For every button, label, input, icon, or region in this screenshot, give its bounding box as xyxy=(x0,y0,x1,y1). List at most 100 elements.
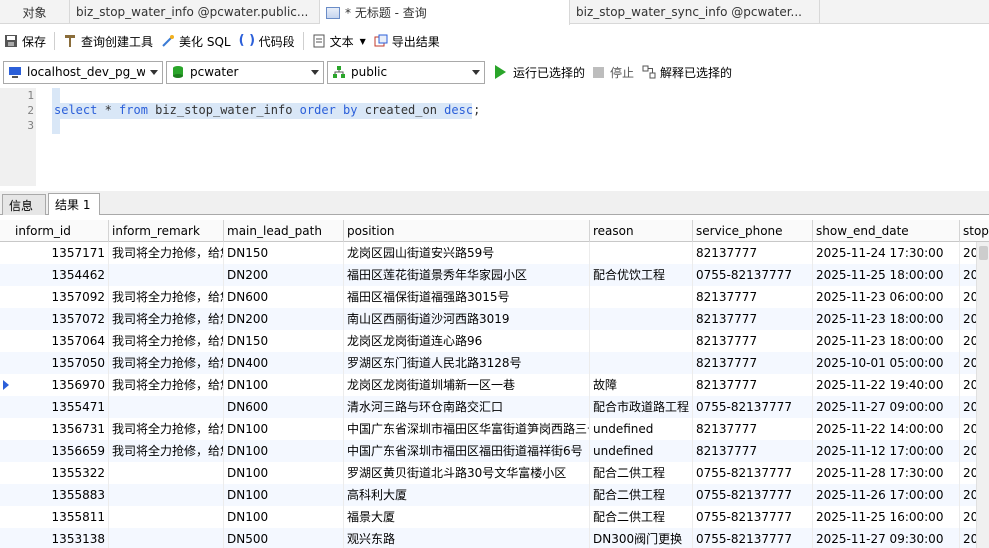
cell-show_end_date[interactable]: 2025-11-27 09:30:00 xyxy=(813,528,960,548)
cell-reason[interactable] xyxy=(590,242,693,264)
cell-inform_remark[interactable] xyxy=(109,264,224,286)
table-row[interactable]: 1357064 我司将全力抢修，给您 DN150 龙岗区龙岗街道连心路96 821377… xyxy=(0,330,986,352)
column-header-main_lead_path[interactable]: main_lead_path xyxy=(224,220,344,242)
current-row-arrow-icon[interactable] xyxy=(0,374,12,396)
cell-inform_id[interactable]: 1354462 xyxy=(12,264,109,286)
cell-reason[interactable] xyxy=(590,330,693,352)
cell-inform_id[interactable]: 1357171 xyxy=(12,242,109,264)
cell-main_lead_path[interactable]: DN150 xyxy=(224,242,344,264)
row-marker[interactable] xyxy=(0,286,12,308)
table-row[interactable]: 1356659 我司将全力抢修，给您 DN100 中国广东省深圳市福田区福田街道福祥街… xyxy=(0,440,986,462)
schema-select[interactable]: public xyxy=(327,60,485,84)
cell-inform_remark[interactable]: 我司将全力抢修，给您 xyxy=(109,308,224,330)
table-row[interactable]: 1353138 DN500 观兴东路 DN300阀门更换 0755-82137777 20… xyxy=(0,528,986,548)
cell-service_phone[interactable]: 82137777 xyxy=(693,440,813,462)
tab-objects[interactable]: 对象 xyxy=(0,0,70,24)
column-header-inform_id[interactable]: inform_id xyxy=(12,220,109,242)
tab-query[interactable]: * 无标题 - 查询 xyxy=(320,0,570,25)
cell-main_lead_path[interactable]: DN400 xyxy=(224,352,344,374)
connection-select[interactable]: localhost_dev_pg_wa xyxy=(3,60,163,84)
row-marker[interactable] xyxy=(0,264,12,286)
stop-button[interactable]: 停止 xyxy=(589,61,638,83)
cell-reason[interactable]: 配合二供工程 xyxy=(590,462,693,484)
cell-inform_id[interactable]: 1357050 xyxy=(12,352,109,374)
cell-show_end_date[interactable]: 2025-11-28 17:30:00 xyxy=(813,462,960,484)
cell-main_lead_path[interactable]: DN600 xyxy=(224,286,344,308)
cell-main_lead_path[interactable]: DN150 xyxy=(224,330,344,352)
cell-position[interactable]: 中国广东省深圳市福田区华富街道笋岗西路三号 xyxy=(344,418,590,440)
cell-service_phone[interactable]: 0755-82137777 xyxy=(693,462,813,484)
cell-inform_id[interactable]: 1353138 xyxy=(12,528,109,548)
table-row[interactable]: 1355811 DN100 福景大厦 配合二供工程 0755-82137777 2025-… xyxy=(0,506,986,528)
cell-service_phone[interactable]: 82137777 xyxy=(693,286,813,308)
text-mode-button[interactable]: 文本 ▼ xyxy=(308,30,370,52)
cell-service_phone[interactable]: 0755-82137777 xyxy=(693,396,813,418)
cell-show_end_date[interactable]: 2025-11-12 17:00:00 xyxy=(813,440,960,462)
cell-main_lead_path[interactable]: DN500 xyxy=(224,528,344,548)
cell-position[interactable]: 观兴东路 xyxy=(344,528,590,548)
cell-inform_id[interactable]: 1355471 xyxy=(12,396,109,418)
cell-reason[interactable]: 故障 xyxy=(590,374,693,396)
cell-main_lead_path[interactable]: DN100 xyxy=(224,418,344,440)
cell-position[interactable]: 福景大厦 xyxy=(344,506,590,528)
row-marker[interactable] xyxy=(0,418,12,440)
table-row[interactable]: 1357050 我司将全力抢修，给您 DN400 罗湖区东门街道人民北路3128号 82… xyxy=(0,352,986,374)
cell-service_phone[interactable]: 0755-82137777 xyxy=(693,528,813,548)
cell-main_lead_path[interactable]: DN200 xyxy=(224,308,344,330)
row-marker[interactable] xyxy=(0,242,12,264)
cell-inform_remark[interactable] xyxy=(109,506,224,528)
table-row[interactable]: 1356731 我司将全力抢修，给您 DN100 中国广东省深圳市福田区华富街道笋岗西… xyxy=(0,418,986,440)
cell-inform_remark[interactable]: 我司将全力抢修，给您 xyxy=(109,374,224,396)
table-row[interactable]: 1355471 DN600 清水河三路与环仓南路交汇口 配合市政道路工程 0755-82… xyxy=(0,396,986,418)
cell-inform_remark[interactable]: 我司将全力抢修，给您 xyxy=(109,440,224,462)
row-marker[interactable] xyxy=(0,462,12,484)
cell-inform_remark[interactable]: 我司将全力抢修，给您 xyxy=(109,330,224,352)
column-header-show_end_date[interactable]: show_end_date xyxy=(813,220,960,242)
cell-main_lead_path[interactable]: DN100 xyxy=(224,506,344,528)
table-row[interactable]: 1357072 我司将全力抢修，给您 DN200 南山区西丽街道沙河西路3019 821… xyxy=(0,308,986,330)
row-marker[interactable] xyxy=(0,528,12,548)
column-header-reason[interactable]: reason xyxy=(590,220,693,242)
code-snippet-button[interactable]: ( ) 代码段 xyxy=(235,30,299,52)
row-marker[interactable] xyxy=(0,484,12,506)
tab-result-1[interactable]: 结果 1 xyxy=(48,193,100,215)
cell-reason[interactable]: DN300阀门更换 xyxy=(590,528,693,548)
cell-position[interactable]: 福田区莲花街道景秀年华家园小区 xyxy=(344,264,590,286)
cell-service_phone[interactable]: 82137777 xyxy=(693,330,813,352)
cell-position[interactable]: 中国广东省深圳市福田区福田街道福祥街6号 xyxy=(344,440,590,462)
database-select[interactable]: pcwater xyxy=(166,60,324,84)
column-header-position[interactable]: position xyxy=(344,220,590,242)
row-marker[interactable] xyxy=(0,506,12,528)
sql-editor[interactable]: 1 2 3 select * from biz_stop_water_info … xyxy=(0,88,989,186)
cell-service_phone[interactable]: 0755-82137777 xyxy=(693,506,813,528)
cell-inform_remark[interactable]: 我司将全力抢修，给您 xyxy=(109,352,224,374)
table-row[interactable]: 1356970 我司将全力抢修，给您 DN100 龙岗区龙岗街道圳埔新一区一巷 故障 82… xyxy=(0,374,986,396)
cell-reason[interactable]: 配合二供工程 xyxy=(590,506,693,528)
row-marker[interactable] xyxy=(0,440,12,462)
cell-reason[interactable]: undefined xyxy=(590,418,693,440)
cell-position[interactable]: 高科利大厦 xyxy=(344,484,590,506)
cell-service_phone[interactable]: 82137777 xyxy=(693,418,813,440)
cell-main_lead_path[interactable]: DN100 xyxy=(224,440,344,462)
cell-show_end_date[interactable]: 2025-11-22 19:40:00 xyxy=(813,374,960,396)
save-button[interactable]: 保存 xyxy=(0,30,50,52)
row-marker[interactable] xyxy=(0,396,12,418)
cell-main_lead_path[interactable]: DN100 xyxy=(224,484,344,506)
tab-info[interactable]: 信息 xyxy=(2,194,46,215)
cell-inform_id[interactable]: 1357092 xyxy=(12,286,109,308)
cell-inform_remark[interactable] xyxy=(109,462,224,484)
result-grid[interactable]: inform_id inform_remark main_lead_path posi… xyxy=(0,220,989,548)
cell-inform_id[interactable]: 1356970 xyxy=(12,374,109,396)
cell-reason[interactable]: 配合市政道路工程 xyxy=(590,396,693,418)
tab-table-info[interactable]: biz_stop_water_info @pcwater.public... xyxy=(70,0,320,24)
cell-reason[interactable]: 配合二供工程 xyxy=(590,484,693,506)
table-row[interactable]: 1355322 DN100 罗湖区黄贝街道北斗路30号文华富楼小区 配合二供工程 075… xyxy=(0,462,986,484)
cell-inform_remark[interactable] xyxy=(109,396,224,418)
cell-inform_remark[interactable]: 我司将全力抢修，给您 xyxy=(109,286,224,308)
table-row[interactable]: 1355883 DN100 高科利大厦 配合二供工程 0755-82137777 2025… xyxy=(0,484,986,506)
export-results-button[interactable]: 导出结果 xyxy=(370,30,444,52)
table-row[interactable]: 1357092 我司将全力抢修，给您 DN600 福田区福保街道福强路3015号 821… xyxy=(0,286,986,308)
cell-show_end_date[interactable]: 2025-11-23 18:00:00 xyxy=(813,330,960,352)
cell-main_lead_path[interactable]: DN200 xyxy=(224,264,344,286)
cell-show_end_date[interactable]: 2025-11-22 14:00:00 xyxy=(813,418,960,440)
